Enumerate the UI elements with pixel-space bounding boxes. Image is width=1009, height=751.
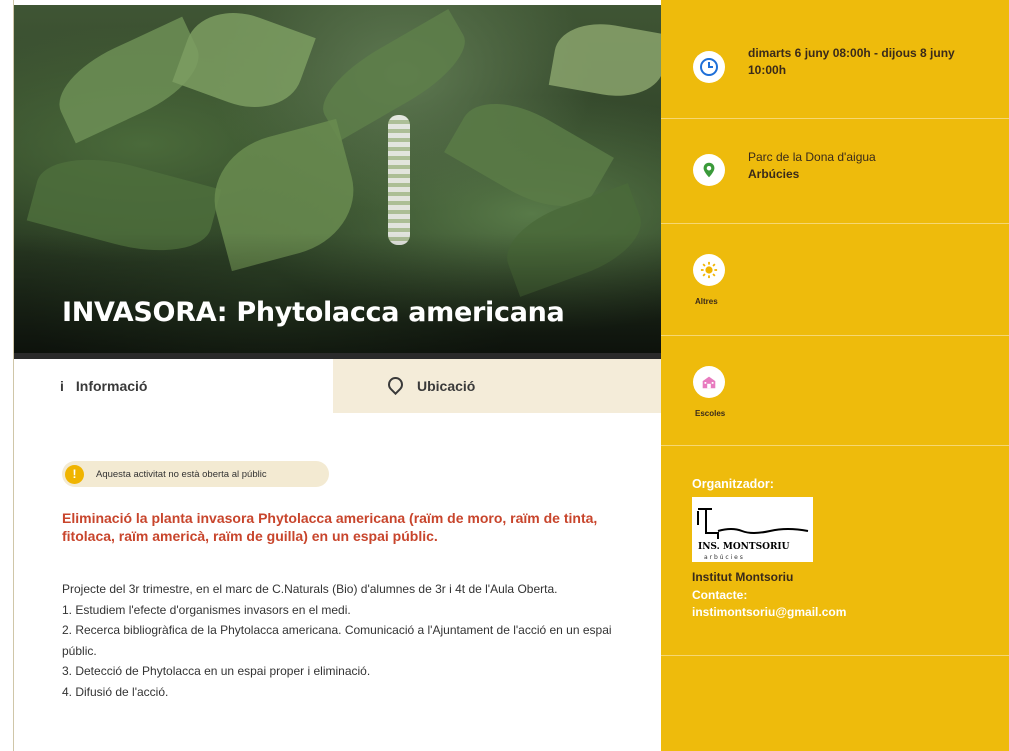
description-paragraph: Projecte del 3r trimestre, en el marc de… [62,582,558,596]
description-item: 3. Detecció de Phytolacca en un espai pr… [62,664,371,678]
clock-icon [693,51,725,83]
warning-icon: ! [65,464,84,484]
location-info: Parc de la Dona d'aigua Arbúcies [748,149,876,183]
tab-label: Informació [75,378,148,394]
category-label: Altres [695,297,718,306]
sun-icon[interactable] [693,254,725,286]
category-section-2: Escoles [661,335,1009,446]
location-place: Parc de la Dona d'aigua [748,150,876,164]
main-content: ! Aquesta activitat no està oberta al pú… [14,413,661,751]
category-label: Escoles [695,409,726,418]
map-pin-icon [384,373,407,395]
left-border [0,0,14,751]
tab-label: Ubicació [417,378,476,394]
category-section-1: Altres [661,223,1009,336]
school-icon[interactable] [693,366,725,398]
flower-spike [388,115,410,245]
event-date: dimarts 6 juny 08:00h - dijous 8 juny 10… [748,46,955,77]
hero-image: INVASORA: Phytolacca americana [14,5,661,353]
location-section: Parc de la Dona d'aigua Arbúcies [661,118,1009,224]
organizer-section [661,445,1009,656]
lead-text: Eliminació la planta invasora Phytolacca… [62,510,598,544]
notice-text: Aquesta activitat no està oberta al públ… [96,468,267,480]
location-town: Arbúcies [748,167,800,181]
info-icon: i [60,378,64,394]
page-title: INVASORA: Phytolacca americana [62,297,565,328]
status-notice: ! Aquesta activitat no està oberta al pú… [62,461,329,487]
description: Projecte del 3r trimestre, en el marc de… [62,579,622,702]
map-pin-icon [693,154,725,186]
tab-informacio[interactable]: i Informació [14,359,333,413]
description-item: 1. Estudiem l'efecte d'organismes invaso… [62,602,351,617]
tab-ubicacio[interactable]: Ubicació [333,359,661,413]
sidebar: dimarts 6 juny 08:00h - dijous 8 juny 10… [661,0,1009,751]
date-section: dimarts 6 juny 08:00h - dijous 8 juny 10… [661,0,1009,119]
description-item: 2. Recerca bibliogràfica de la Phytolacc… [62,623,612,658]
tab-bar: i Informació Ubicació [14,359,661,413]
description-item: 4. Difusió de l'acció. [62,684,169,699]
